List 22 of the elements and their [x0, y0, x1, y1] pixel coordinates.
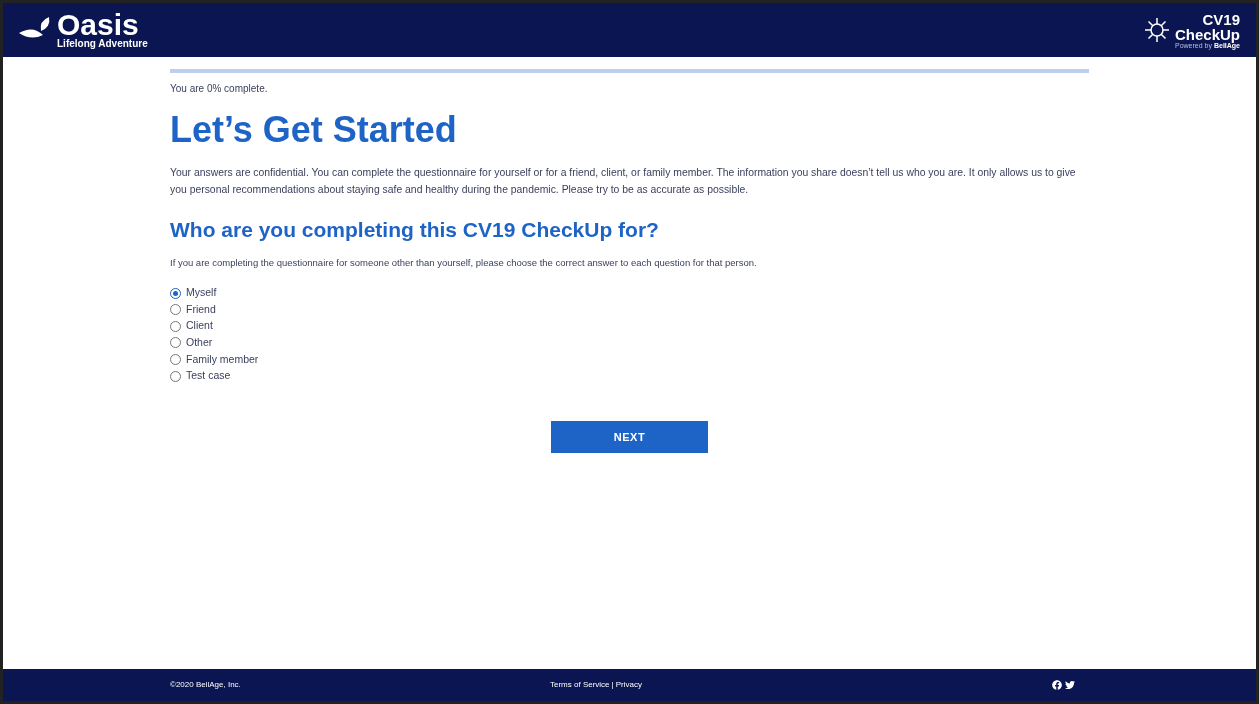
logo-name: CheckUp — [1174, 26, 1240, 42]
intro-paragraph: Your answers are confidential. You can complete the questionnaire for yourself or for a friend, client, or family member. The information you share doesn’t tell us who you are. It only allows us to give you personal recommendations about staying safe and healthy during the pandemic. Please try to be as accurate as possible. — [170, 166, 1077, 197]
terms-link[interactable]: Terms of Service — [550, 679, 610, 691]
logo-name: CV19 — [1202, 11, 1240, 27]
radio-option[interactable]: Test case — [170, 368, 231, 384]
progress-label: You are 0% complete. — [170, 82, 269, 96]
next-button[interactable]: NEXT — [551, 421, 708, 454]
logo-tagline: Lifelong Adventure — [57, 39, 148, 49]
radio-option[interactable]: Friend — [170, 302, 216, 317]
page-title: Let’s Get Started — [170, 108, 458, 152]
facebook-icon[interactable] — [1052, 680, 1062, 690]
question-hint: If you are completing the questionnaire for someone other than yourself, please choose the correct answer to each question for that person. — [170, 255, 758, 270]
copyright-text: ©2020 BellAge, Inc. — [170, 679, 242, 691]
logo-name: Oasis — [57, 11, 139, 39]
privacy-link[interactable]: Privacy — [615, 679, 642, 691]
twitter-icon[interactable] — [1065, 680, 1075, 690]
radio-option[interactable]: Family member — [170, 352, 259, 367]
radio-option[interactable]: Other — [170, 335, 213, 351]
link-separator: | — [611, 679, 614, 691]
radio-option[interactable]: Client — [170, 318, 213, 334]
radio-option[interactable]: Myself — [170, 285, 217, 301]
question-title: Who are you completing this CV19 CheckUp for? — [170, 217, 660, 243]
